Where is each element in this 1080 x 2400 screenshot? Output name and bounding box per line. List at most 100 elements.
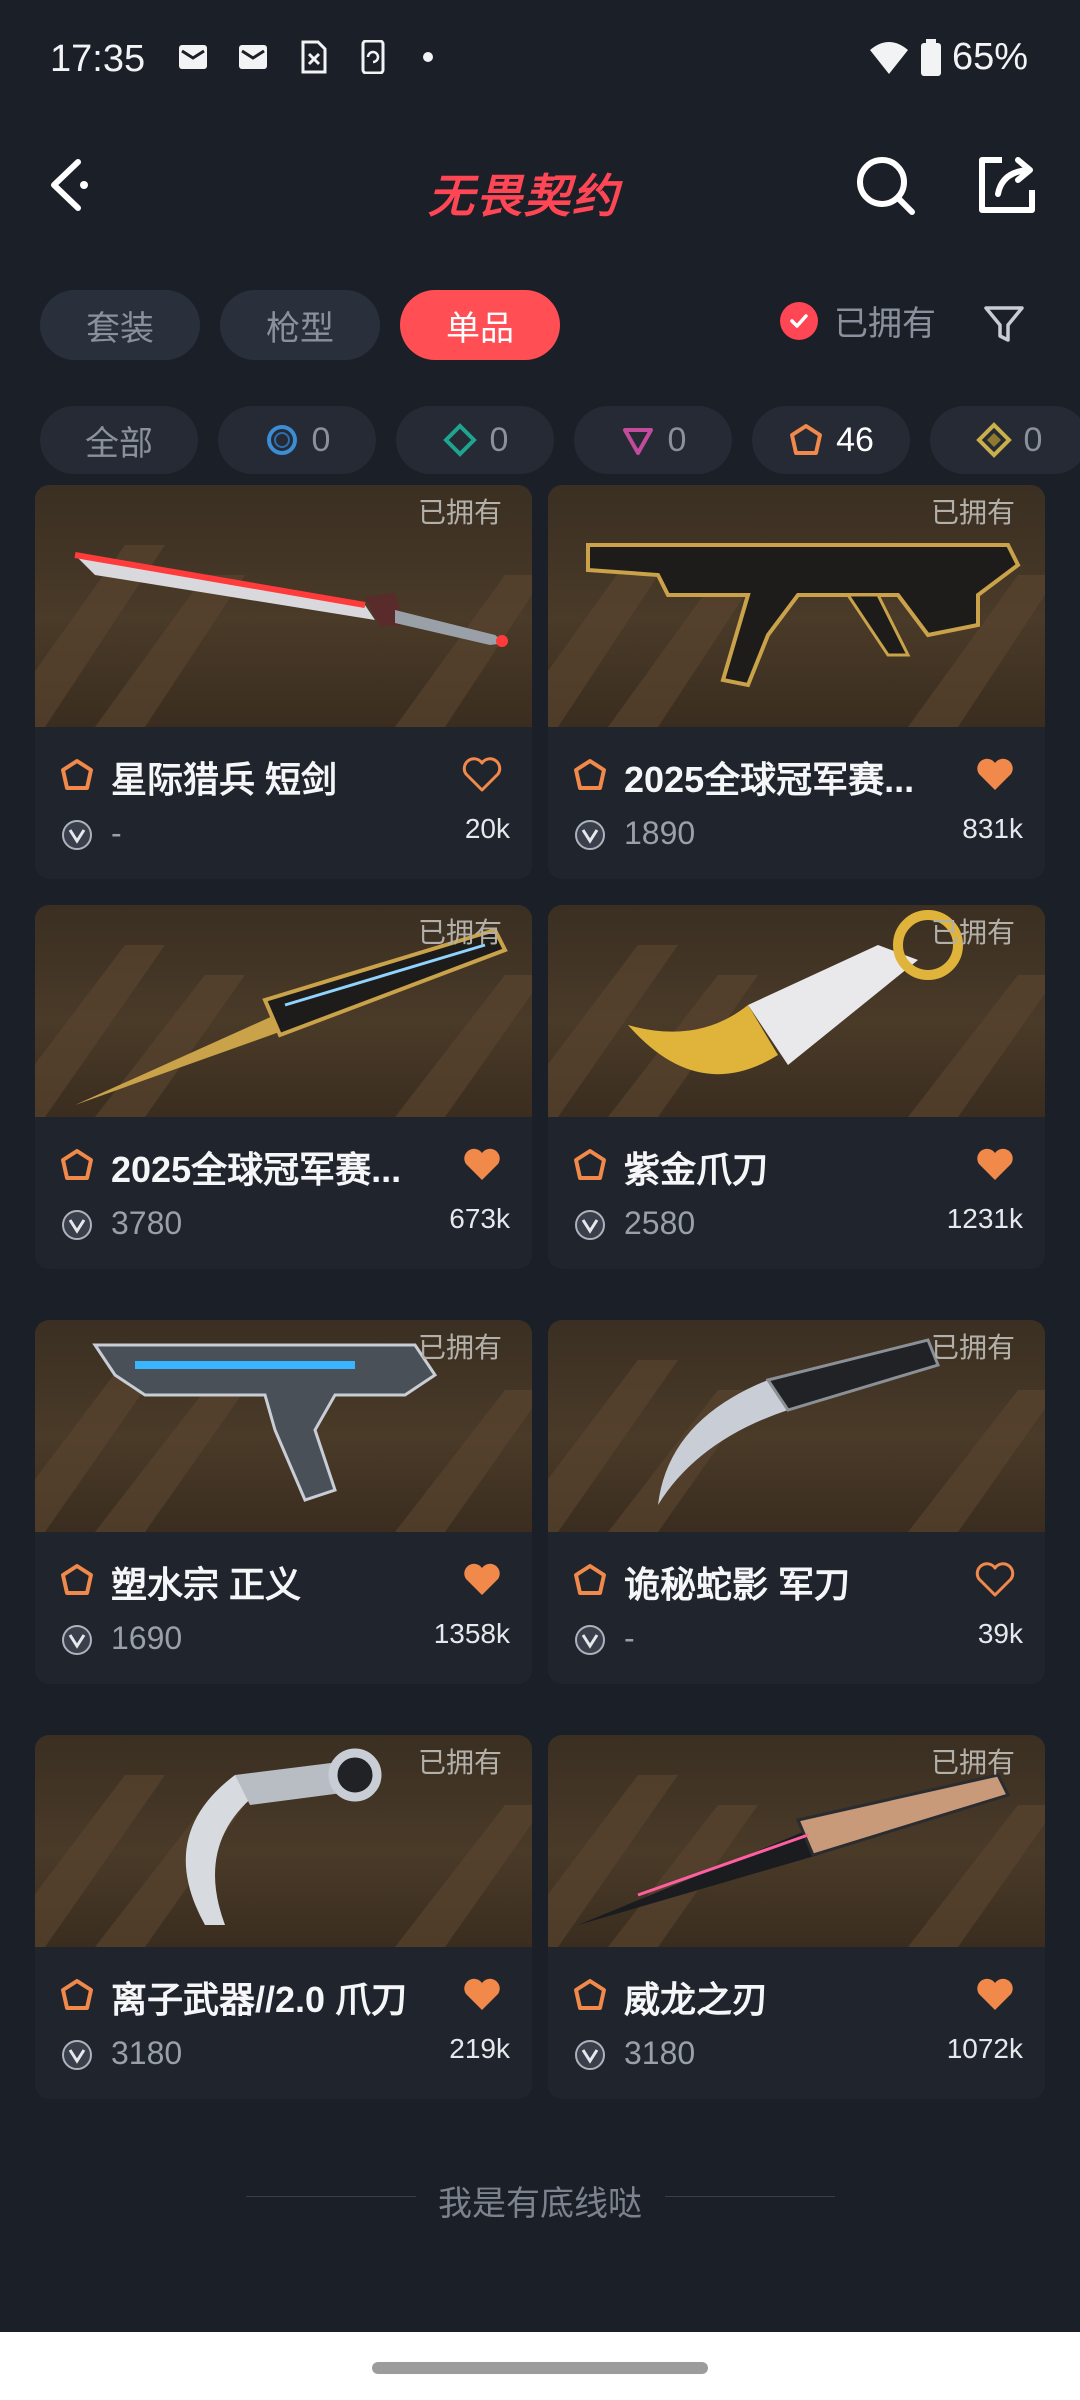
tier-chip-count: 0	[489, 420, 509, 459]
exclusive-tier-icon	[61, 759, 93, 790]
owned-filter-toggle[interactable]: 已拥有	[780, 296, 936, 345]
tier-chip-ultra[interactable]: 0	[930, 406, 1080, 474]
item-image: 已拥有	[35, 1735, 532, 1947]
tab-bundles[interactable]: 套装	[40, 290, 200, 360]
battery-icon	[920, 38, 941, 76]
item-card[interactable]: 已拥有 塑水宗 正义 1690 1358k	[35, 1320, 532, 1684]
category-tabs: 套装 枪型 单品	[40, 290, 560, 360]
tier-chip-all[interactable]: 全部	[40, 406, 198, 474]
phone-sync-icon	[361, 40, 385, 74]
item-name: 星际猎兵 短剑	[111, 759, 338, 800]
item-likes: 1358k	[433, 1618, 510, 1649]
heart-filled-icon[interactable]	[462, 1147, 502, 1183]
app-logo: 无畏契约	[428, 160, 652, 223]
item-likes: 20k	[464, 813, 510, 844]
item-price: 1690	[111, 1620, 183, 1656]
heart-filled-icon[interactable]	[975, 1147, 1015, 1183]
item-image: 已拥有	[548, 905, 1045, 1117]
tier-chip-count: 0	[667, 420, 687, 459]
exclusive-tier-icon	[61, 1149, 93, 1180]
item-image: 已拥有	[548, 1320, 1045, 1532]
item-image: 已拥有	[35, 1320, 532, 1532]
heart-filled-icon[interactable]	[975, 757, 1015, 793]
item-image: 已拥有	[548, 485, 1045, 727]
status-notification-icons	[178, 40, 448, 74]
owned-tag: 已拥有	[930, 917, 1015, 948]
item-likes: 219k	[449, 2033, 510, 2064]
item-card[interactable]: 已拥有 星际猎兵 短剑 - 20k	[35, 485, 532, 879]
tier-chip-count: 0	[1023, 420, 1043, 459]
item-info: 紫金爪刀 2580 1231k	[548, 1117, 1045, 1269]
ultra-tier-icon	[975, 422, 1012, 458]
top-bar: 无畏契约	[0, 130, 1080, 240]
dot-icon	[423, 52, 433, 62]
valorant-points-icon	[575, 1210, 605, 1240]
heart-filled-icon[interactable]	[462, 1977, 502, 2013]
tab-weapon-types[interactable]: 枪型	[220, 290, 380, 360]
item-name: 离子武器//2.0 爪刀	[111, 1979, 408, 2020]
item-card[interactable]: 已拥有 紫金爪刀 2580 1231k	[548, 905, 1045, 1269]
item-name: 2025全球冠军赛...	[624, 759, 915, 800]
exclusive-tier-icon	[574, 1979, 606, 2010]
heart-outline-icon[interactable]	[975, 1562, 1015, 1598]
tier-chip-label: 全部	[85, 424, 153, 463]
item-card[interactable]: 已拥有 2025全球冠军赛... 3780 673k	[35, 905, 532, 1269]
item-info: 2025全球冠军赛... 1890 831k	[548, 727, 1045, 879]
item-price: -	[624, 1620, 635, 1656]
item-image: 已拥有	[35, 905, 532, 1117]
tier-chip-select[interactable]: 0	[218, 406, 376, 474]
tier-chip-exclusive[interactable]: 46	[752, 406, 910, 474]
owned-tag: 已拥有	[930, 1332, 1015, 1363]
check-icon	[780, 301, 818, 340]
item-info: 星际猎兵 短剑 - 20k	[35, 727, 532, 879]
end-of-list-text: 我是有底线哒	[438, 2185, 642, 2223]
valorant-points-icon	[575, 820, 605, 850]
item-card[interactable]: 已拥有 离子武器//2.0 爪刀 3180 219k	[35, 1735, 532, 2099]
item-name: 威龙之刃	[624, 1979, 769, 2020]
valorant-points-icon	[62, 820, 92, 850]
item-price: 2580	[624, 1205, 696, 1241]
valorant-points-icon	[575, 2040, 605, 2070]
heart-outline-icon[interactable]	[462, 757, 502, 793]
item-card[interactable]: 已拥有 威龙之刃 3180 1072k	[548, 1735, 1045, 2099]
exclusive-tier-icon	[574, 759, 606, 790]
exclusive-tier-icon	[790, 424, 823, 455]
tier-chip-count: 46	[836, 420, 874, 459]
owned-tag: 已拥有	[417, 917, 502, 948]
share-icon[interactable]	[972, 150, 1042, 220]
item-likes: 39k	[977, 1618, 1023, 1649]
search-icon[interactable]	[850, 150, 920, 220]
tab-single-items[interactable]: 单品	[400, 290, 560, 360]
item-price: 3180	[624, 2035, 696, 2071]
back-icon[interactable]	[40, 150, 100, 220]
exclusive-tier-icon	[61, 1564, 93, 1595]
item-image: 已拥有	[548, 1735, 1045, 1947]
premium-tier-icon	[622, 428, 653, 455]
item-price: 3780	[111, 1205, 183, 1241]
app-title: 无畏契约	[428, 169, 620, 223]
owned-tag: 已拥有	[930, 1747, 1015, 1778]
owned-tag: 已拥有	[417, 1747, 502, 1778]
heart-filled-icon[interactable]	[975, 1977, 1015, 2013]
heart-filled-icon[interactable]	[462, 1562, 502, 1598]
owned-tag: 已拥有	[930, 497, 1015, 528]
item-card[interactable]: 已拥有 诡秘蛇影 军刀 - 39k	[548, 1320, 1045, 1684]
exclusive-tier-icon	[61, 1979, 93, 2010]
owned-tag: 已拥有	[417, 497, 502, 528]
filter-icon[interactable]	[980, 300, 1028, 348]
divider	[665, 2196, 835, 2197]
exclusive-tier-icon	[574, 1149, 606, 1180]
item-card[interactable]: 已拥有 2025全球冠军赛... 1890 831k	[548, 485, 1045, 879]
deluxe-tier-icon	[442, 423, 477, 457]
tier-chip-premium[interactable]: 0	[574, 406, 732, 474]
sim-off-icon	[301, 40, 327, 74]
valorant-points-icon	[62, 2040, 92, 2070]
tier-chip-deluxe[interactable]: 0	[396, 406, 554, 474]
system-nav-bar	[0, 2332, 1080, 2400]
valorant-points-icon	[62, 1625, 92, 1655]
mail-icon	[239, 45, 267, 69]
item-info: 威龙之刃 3180 1072k	[548, 1947, 1045, 2099]
mail-icon	[179, 45, 207, 69]
item-name: 塑水宗 正义	[111, 1564, 302, 1605]
home-indicator[interactable]	[372, 2362, 708, 2374]
